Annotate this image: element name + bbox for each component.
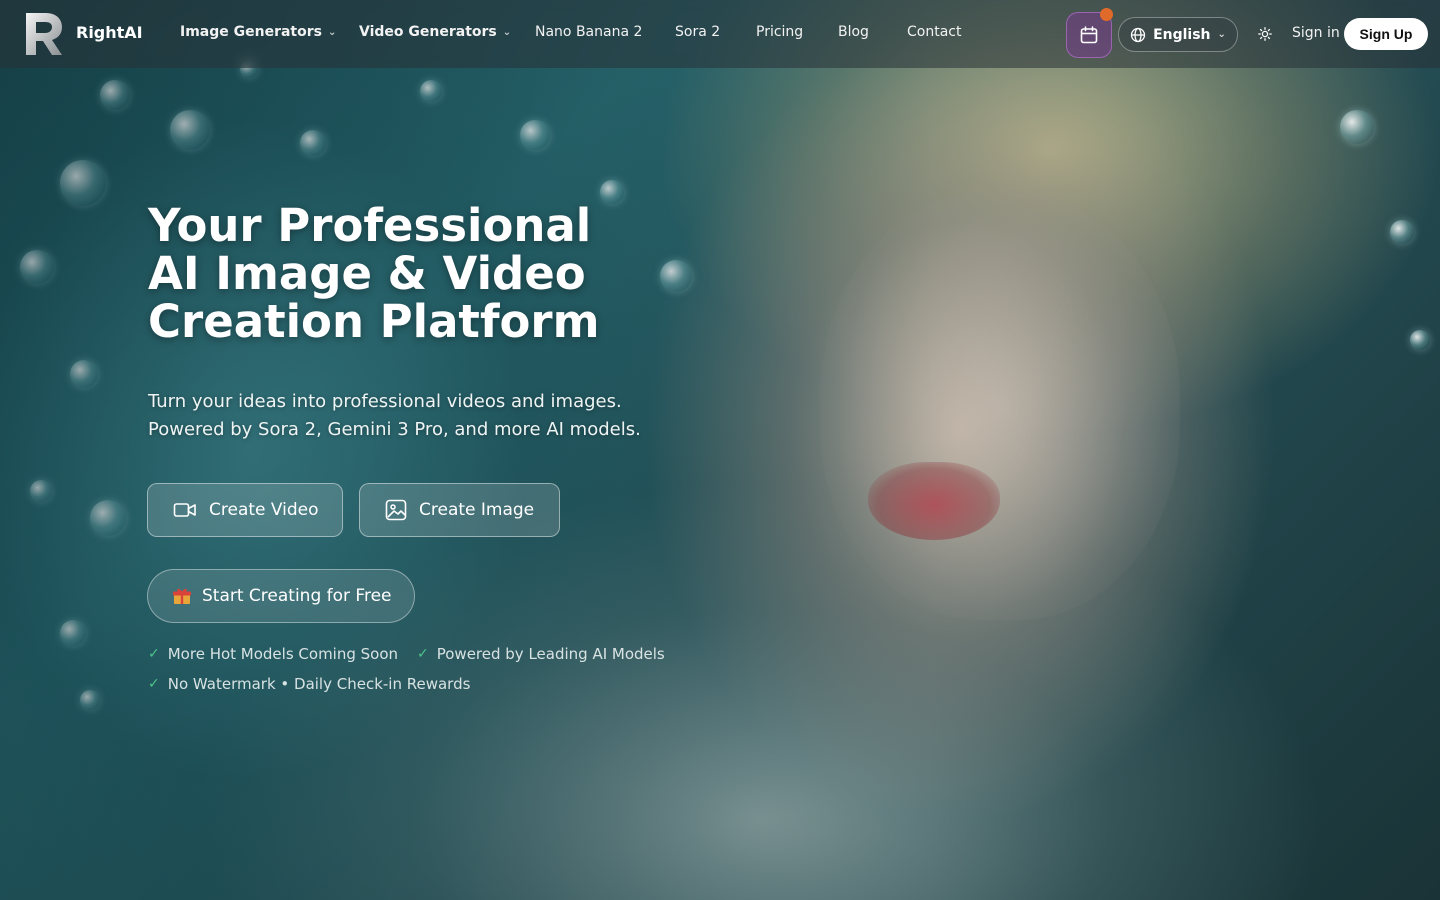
image-icon <box>385 499 407 521</box>
hero-subtitle: Turn your ideas into professional videos… <box>148 388 768 444</box>
create-image-button[interactable]: Create Image <box>359 483 560 537</box>
language-label: English <box>1153 26 1211 43</box>
rightai-logo-icon[interactable] <box>24 11 64 57</box>
hero-title: Your Professional AI Image & Video Creat… <box>148 202 748 346</box>
sign-up-button[interactable]: Sign Up <box>1344 18 1428 50</box>
notification-dot <box>1100 8 1113 21</box>
create-video-label: Create Video <box>209 500 319 520</box>
hero-title-line: Your Professional <box>148 199 592 252</box>
gift-icon <box>173 588 191 604</box>
sun-icon <box>1258 27 1272 41</box>
hero-overlay <box>0 0 1440 900</box>
check-icon: ✓ <box>148 646 160 662</box>
nav-video-generators[interactable]: Video Generators ⌄ <box>359 24 511 40</box>
theme-toggle-button[interactable] <box>1255 24 1275 44</box>
brand-name[interactable]: RightAI <box>76 23 143 42</box>
chevron-down-icon: ⌄ <box>327 26 337 38</box>
video-camera-icon <box>173 503 196 517</box>
feature-label: No Watermark • Daily Check-in Rewards <box>167 675 471 693</box>
feature-item: ✓ No Watermark • Daily Check-in Rewards <box>148 675 470 693</box>
chevron-down-icon: ⌄ <box>502 26 512 38</box>
nav-nano-banana[interactable]: Nano Banana 2 <box>535 24 642 40</box>
check-icon: ✓ <box>148 676 160 692</box>
nav-video-generators-label: Video Generators <box>359 24 497 40</box>
nav-contact[interactable]: Contact <box>907 24 961 40</box>
feature-label: More Hot Models Coming Soon <box>167 645 399 663</box>
feature-label: Powered by Leading AI Models <box>436 645 665 663</box>
calendar-icon <box>1080 26 1098 44</box>
feature-item: ✓ Powered by Leading AI Models <box>417 645 665 663</box>
nav-blog[interactable]: Blog <box>838 24 869 40</box>
start-creating-free-label: Start Creating for Free <box>202 586 392 606</box>
hero-subtitle-line: Turn your ideas into professional videos… <box>148 391 622 412</box>
feature-item: ✓ More Hot Models Coming Soon <box>148 645 398 663</box>
hero-subtitle-line: Powered by Sora 2, Gemini 3 Pro, and mor… <box>148 419 641 440</box>
sign-in-link[interactable]: Sign in <box>1292 25 1340 41</box>
create-image-label: Create Image <box>419 500 535 520</box>
nav-image-generators-label: Image Generators <box>180 24 322 40</box>
start-creating-free-button[interactable]: Start Creating for Free <box>147 569 415 623</box>
language-selector[interactable]: English ⌄ <box>1118 17 1238 52</box>
hero-title-line: Creation Platform <box>148 295 600 348</box>
create-video-button[interactable]: Create Video <box>147 483 343 537</box>
chevron-down-icon: ⌄ <box>1217 29 1226 40</box>
top-navigation-bar: RightAI Image Generators ⌄ Video Generat… <box>0 0 1440 68</box>
hero-background-image <box>0 0 1440 900</box>
nav-image-generators[interactable]: Image Generators ⌄ <box>180 24 336 40</box>
nav-sora[interactable]: Sora 2 <box>675 24 720 40</box>
globe-icon <box>1130 27 1146 42</box>
check-icon: ✓ <box>417 646 429 662</box>
hero-title-line: AI Image & Video <box>148 247 586 300</box>
nav-pricing[interactable]: Pricing <box>756 24 803 40</box>
